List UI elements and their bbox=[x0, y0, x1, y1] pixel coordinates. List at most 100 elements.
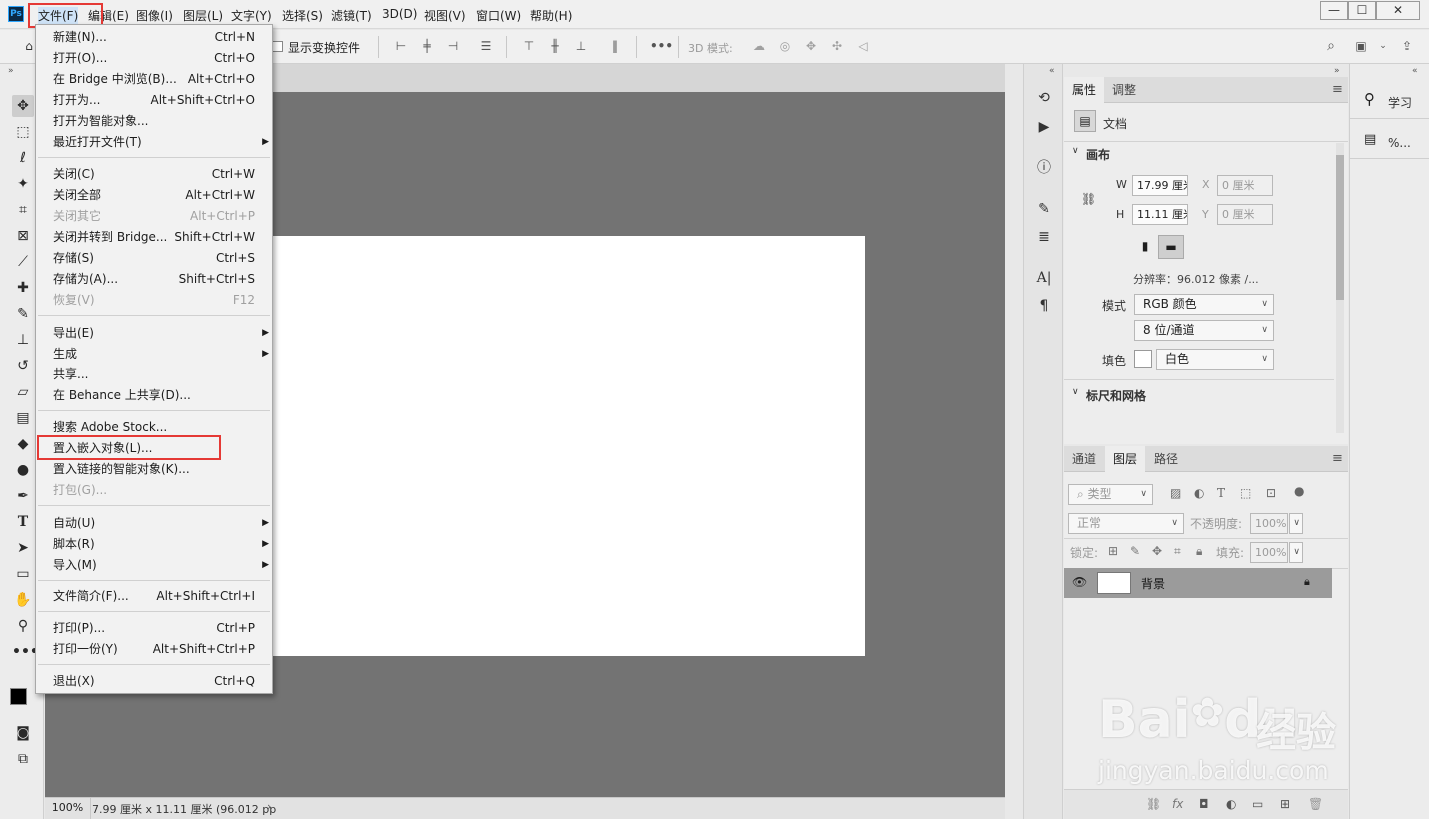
menu-item-open[interactable]: 打开(O)... Ctrl+O bbox=[53, 48, 271, 68]
new-group-icon[interactable]: ▭ bbox=[1252, 797, 1263, 811]
link-layers-icon[interactable]: ⛓ bbox=[1146, 797, 1161, 811]
blur-tool-icon[interactable]: ◆ bbox=[12, 433, 34, 455]
collapse-left-icon[interactable]: « bbox=[1049, 66, 1054, 76]
zoom-tool-icon[interactable]: ⚲ bbox=[12, 615, 34, 637]
shape-filter-icon[interactable]: ⬚ bbox=[1240, 486, 1251, 500]
menu-item-file-info[interactable]: 文件简介(F)... Alt+Shift+Ctrl+I bbox=[53, 586, 271, 606]
character-panel-icon[interactable]: A| bbox=[1034, 268, 1054, 288]
brush-tool-icon[interactable]: ✎ bbox=[12, 303, 34, 325]
image-filter-icon[interactable]: ▨ bbox=[1170, 486, 1181, 500]
properties-scrollbar[interactable] bbox=[1336, 143, 1344, 433]
lock-all-icon[interactable]: 🔒︎ bbox=[1196, 544, 1202, 559]
menu-item-close-others[interactable]: 关闭其它 Alt+Ctrl+P bbox=[53, 206, 271, 226]
3d-scale-icon[interactable]: ◁ bbox=[856, 39, 870, 53]
libraries-icon[interactable]: ▤ bbox=[1364, 132, 1376, 147]
rulers-grids-section-title[interactable]: 标尺和网格 bbox=[1086, 387, 1146, 404]
menu-item-save[interactable]: 存储(S) Ctrl+S bbox=[53, 248, 271, 268]
chevron-down-icon[interactable]: ⌄ bbox=[1376, 39, 1390, 53]
workspace-icon[interactable]: ▣ bbox=[1354, 39, 1368, 53]
add-mask-icon[interactable]: ◘ bbox=[1199, 797, 1209, 811]
menu-item-open-as[interactable]: 打开为... Alt+Shift+Ctrl+O bbox=[53, 90, 271, 110]
chevron-down-icon[interactable]: ∨ bbox=[1072, 146, 1079, 156]
tab-paths[interactable]: 路径 bbox=[1146, 446, 1186, 472]
foreground-color-swatch[interactable] bbox=[10, 688, 27, 705]
actions-panel-icon[interactable]: ▶ bbox=[1034, 117, 1054, 137]
menu-filter[interactable]: 滤镜(T) bbox=[331, 7, 372, 24]
filter-type-select[interactable]: ⌕ 类型 ∨ bbox=[1068, 484, 1153, 505]
align-bottom-icon[interactable]: ⊥ bbox=[574, 39, 588, 53]
more-options-icon[interactable]: ••• bbox=[650, 39, 673, 53]
filter-toggle-icon[interactable]: ● bbox=[1294, 484, 1304, 498]
history-panel-icon[interactable]: ⟲ bbox=[1034, 88, 1054, 108]
stamp-tool-icon[interactable]: ⊥ bbox=[12, 329, 34, 351]
portrait-icon[interactable]: ▮ bbox=[1134, 235, 1156, 257]
3d-pan-icon[interactable]: ✥ bbox=[804, 39, 818, 53]
learn-label[interactable]: 学习 bbox=[1388, 94, 1412, 111]
quick-mask-icon[interactable]: ◙ bbox=[12, 722, 34, 744]
healing-brush-tool-icon[interactable]: ✚ bbox=[12, 277, 34, 299]
tab-adjustments[interactable]: 调整 bbox=[1104, 77, 1144, 103]
menu-view[interactable]: 视图(V) bbox=[424, 7, 466, 24]
menu-item-generate[interactable]: 生成 ▶ bbox=[53, 344, 271, 364]
crop-tool-icon[interactable]: ⌗ bbox=[12, 199, 34, 221]
smart-object-filter-icon[interactable]: ⊡ bbox=[1266, 486, 1276, 500]
menu-item-exit[interactable]: 退出(X) Ctrl+Q bbox=[53, 671, 271, 691]
pen-tool-icon[interactable]: ✒ bbox=[12, 485, 34, 507]
menu-3d[interactable]: 3D(D) bbox=[382, 7, 417, 21]
fill-color-swatch[interactable] bbox=[1134, 350, 1152, 368]
lock-pixels-icon[interactable]: ⊞ bbox=[1108, 544, 1118, 558]
align-top-icon[interactable]: ⊤ bbox=[522, 39, 536, 53]
adjustment-filter-icon[interactable]: ◐ bbox=[1194, 486, 1204, 500]
lasso-tool-icon[interactable]: ℓ bbox=[12, 147, 34, 169]
height-field[interactable]: 11.11 厘米 bbox=[1132, 204, 1188, 225]
distribute-vertical-icon[interactable]: ‖ bbox=[608, 39, 622, 53]
visibility-eye-icon[interactable]: 👁︎ bbox=[1072, 575, 1087, 589]
width-field[interactable]: 17.99 厘米 bbox=[1132, 175, 1188, 196]
share-icon[interactable]: ⇪ bbox=[1400, 39, 1414, 53]
percent-label[interactable]: %... bbox=[1388, 136, 1411, 150]
fill-select[interactable]: 白色 ∨ bbox=[1156, 349, 1274, 370]
minimize-button[interactable]: — bbox=[1320, 1, 1348, 20]
layer-row-background[interactable]: 👁︎ 背景 🔒︎ bbox=[1064, 568, 1332, 598]
fx-icon[interactable]: fx bbox=[1172, 797, 1183, 811]
info-panel-icon[interactable]: ⓘ bbox=[1034, 158, 1054, 178]
type-filter-icon[interactable]: T bbox=[1217, 486, 1225, 500]
lightbulb-icon[interactable]: ⚲ bbox=[1364, 90, 1375, 108]
menu-item-print-one[interactable]: 打印一份(Y) Alt+Shift+Ctrl+P bbox=[53, 639, 271, 659]
adjustment-layer-icon[interactable]: ◐ bbox=[1226, 797, 1236, 811]
3d-roll-icon[interactable]: ◎ bbox=[778, 39, 792, 53]
screen-mode-icon[interactable]: ⧉ bbox=[12, 748, 34, 770]
menu-item-share-behance[interactable]: 在 Behance 上共享(D)... bbox=[53, 385, 271, 405]
menu-item-close-go-bridge[interactable]: 关闭并转到 Bridge... Shift+Ctrl+W bbox=[53, 227, 271, 247]
collapse-right-icon[interactable]: » bbox=[1334, 66, 1339, 76]
color-mode-select[interactable]: RGB 颜色 ∨ bbox=[1134, 294, 1274, 315]
lock-artboard-icon[interactable]: ⌗ bbox=[1174, 544, 1181, 559]
delete-layer-icon[interactable]: 🗑︎ bbox=[1308, 797, 1323, 811]
panel-menu-icon[interactable]: ≡ bbox=[1332, 451, 1343, 466]
magic-wand-tool-icon[interactable]: ✦ bbox=[12, 173, 34, 195]
menu-item-open-smart-object[interactable]: 打开为智能对象... bbox=[53, 111, 271, 131]
marquee-tool-icon[interactable]: ⬚ bbox=[12, 121, 34, 143]
menu-item-recent[interactable]: 最近打开文件(T) ▶ bbox=[53, 132, 271, 152]
zoom-level[interactable]: 100% bbox=[45, 798, 91, 819]
canvas-section-title[interactable]: 画布 bbox=[1086, 146, 1110, 163]
y-field[interactable]: 0 厘米 bbox=[1217, 204, 1273, 225]
chevron-down-icon[interactable]: ∨ bbox=[1072, 387, 1079, 397]
opacity-field[interactable]: 100% bbox=[1250, 513, 1288, 534]
menu-item-share[interactable]: 共享... bbox=[53, 364, 271, 384]
menu-window[interactable]: 窗口(W) bbox=[476, 7, 521, 24]
show-transform-checkbox[interactable] bbox=[272, 41, 283, 52]
menu-select[interactable]: 选择(S) bbox=[282, 7, 323, 24]
menu-item-revert[interactable]: 恢复(V) F12 bbox=[53, 290, 271, 310]
edit-toolbar-icon[interactable]: ••• bbox=[12, 641, 39, 663]
tab-layers[interactable]: 图层 bbox=[1105, 446, 1146, 472]
panel-menu-icon[interactable]: ≡ bbox=[1332, 82, 1343, 97]
frame-tool-icon[interactable]: ⊠ bbox=[12, 225, 34, 247]
bit-depth-select[interactable]: 8 位/通道 ∨ bbox=[1134, 320, 1274, 341]
tab-channels[interactable]: 通道 bbox=[1064, 446, 1104, 472]
path-selection-tool-icon[interactable]: ➤ bbox=[12, 537, 34, 559]
menu-item-package[interactable]: 打包(G)... bbox=[53, 480, 271, 500]
menu-item-print[interactable]: 打印(P)... Ctrl+P bbox=[53, 618, 271, 638]
menu-item-new[interactable]: 新建(N)... Ctrl+N bbox=[53, 27, 271, 47]
3d-orbit-icon[interactable]: ☁ bbox=[752, 39, 766, 53]
